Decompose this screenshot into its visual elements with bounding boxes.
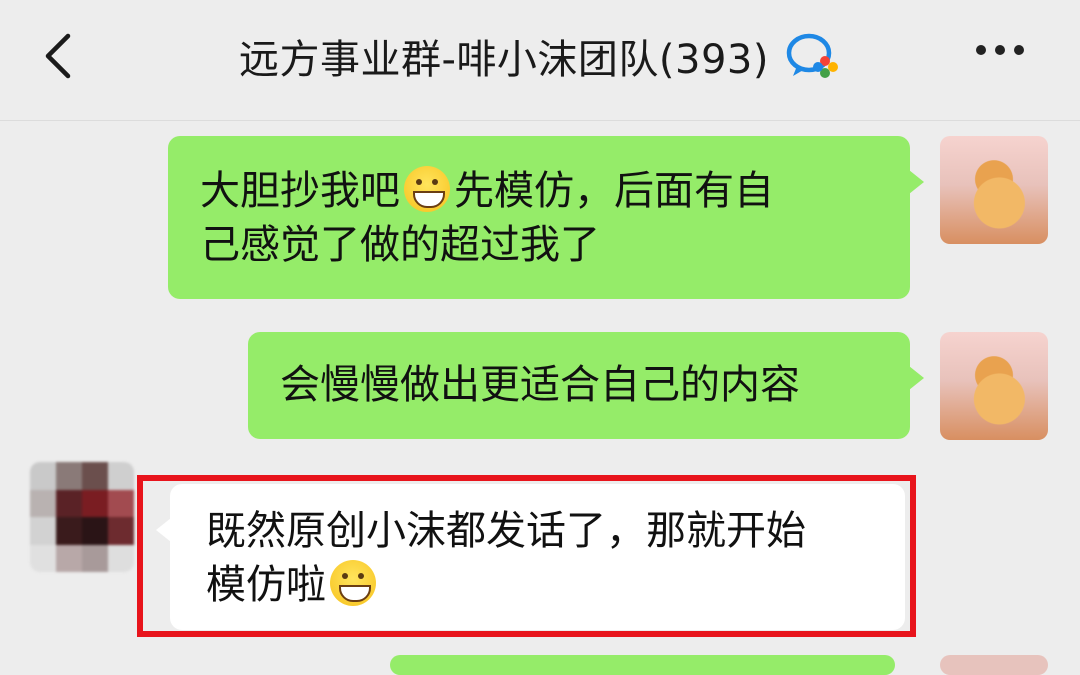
message-text-line: 模仿啦 <box>206 558 869 612</box>
self-avatar[interactable] <box>940 136 1048 244</box>
chat-title-bar: 远方事业群-啡小沫团队(393) <box>0 26 1080 86</box>
group-title: 远方事业群-啡小沫团队(393) <box>239 37 769 83</box>
grin-emoji-icon <box>404 166 450 212</box>
self-avatar[interactable] <box>940 655 1048 675</box>
chat-header: 远方事业群-啡小沫团队(393) <box>0 0 1080 121</box>
sender-avatar[interactable] <box>30 462 134 572</box>
message-bubble[interactable]: 会慢慢做出更适合自己的内容 <box>248 332 924 439</box>
self-avatar[interactable] <box>940 332 1048 440</box>
message-text-line: 己感觉了做的超过我了 <box>200 222 600 268</box>
message-bubble[interactable]: 大胆抄我吧 先模仿，后面有自 己感觉了做的超过我了 <box>168 136 924 299</box>
more-button[interactable] <box>976 40 1036 70</box>
message-text-line: 大胆抄我吧 先模仿，后面有自 <box>200 166 774 214</box>
enterprise-chat-icon <box>783 31 841 81</box>
message-bubble[interactable]: 既然原创小沫都发话了，那就开始 模仿啦 <box>156 484 905 630</box>
message-text-line: 既然原创小沫都发话了，那就开始 <box>206 508 806 554</box>
more-dots-icon <box>976 45 986 55</box>
message-bubble[interactable] <box>390 655 895 675</box>
message-text: 会慢慢做出更适合自己的内容 <box>280 362 800 408</box>
grin-emoji-icon <box>330 560 376 606</box>
